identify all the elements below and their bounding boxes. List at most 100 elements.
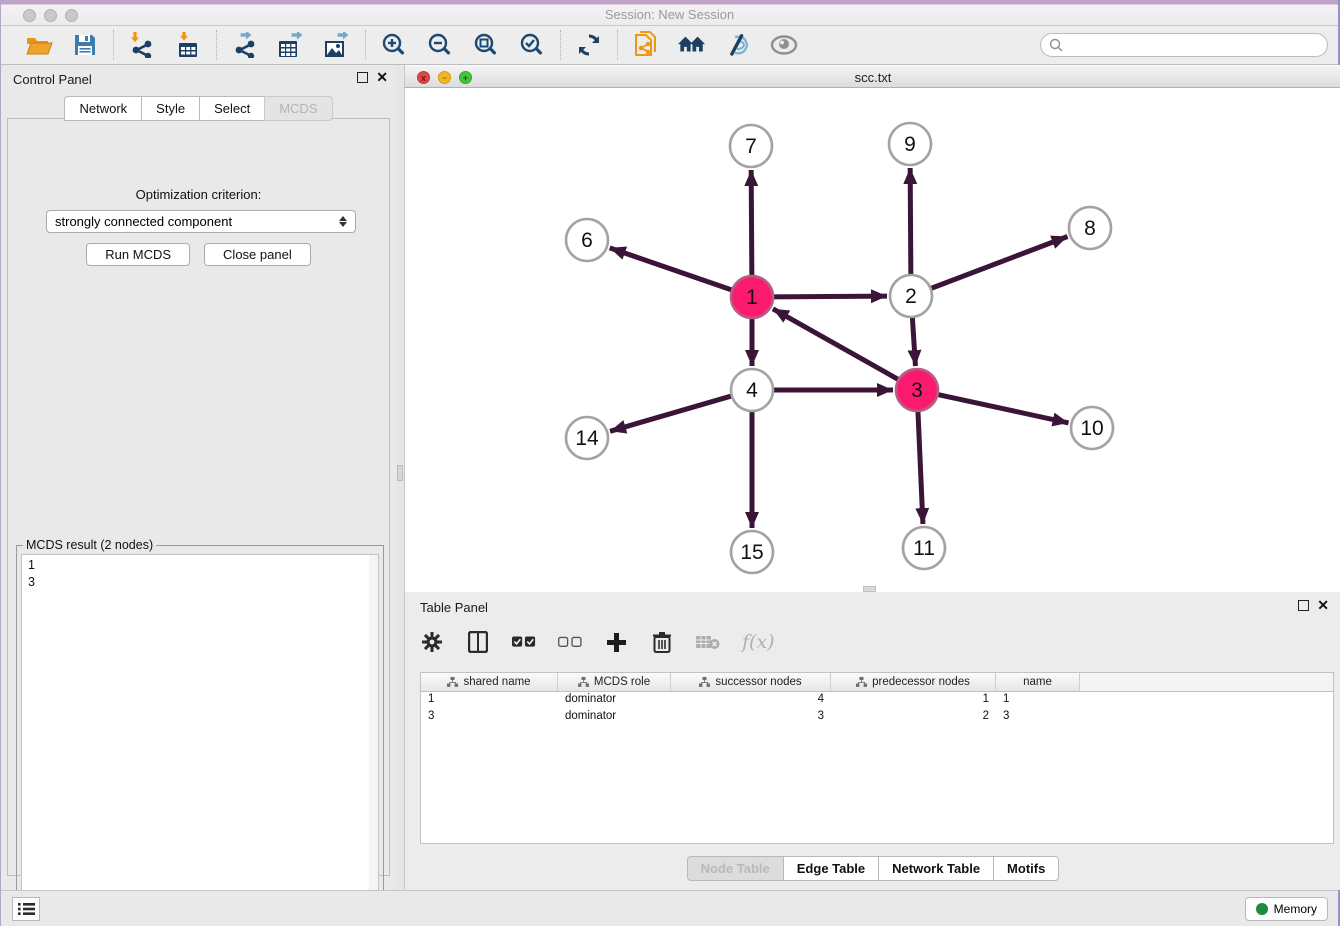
column-label: successor nodes	[715, 676, 801, 688]
control-panel: Control Panel ✕ NetworkStyleSelectMCDS O…	[1, 65, 396, 890]
node-label-9: 9	[904, 133, 916, 156]
node-label-1: 1	[746, 286, 758, 309]
table-cell[interactable]: 3	[421, 709, 558, 726]
control-panel-tabs: NetworkStyleSelectMCDS	[1, 96, 396, 121]
table-cell[interactable]: 4	[671, 692, 831, 709]
edge-1-6[interactable]	[610, 248, 734, 291]
table-cell[interactable]: dominator	[558, 709, 671, 726]
float-panel-icon[interactable]	[357, 72, 368, 83]
edge-4-14[interactable]	[610, 395, 734, 431]
optimization-criterion-label: Optimization criterion:	[8, 187, 389, 202]
table-toolbar: f(x)	[420, 630, 775, 654]
tab-edge-table[interactable]: Edge Table	[783, 856, 878, 881]
import-table-icon[interactable]	[174, 31, 202, 59]
run-mcds-button[interactable]: Run MCDS	[86, 243, 190, 266]
shared-column-icon	[578, 677, 589, 687]
result-line: 1	[28, 557, 372, 574]
table-tabs: Node TableEdge TableNetwork TableMotifs	[405, 856, 1340, 881]
network-window: x − + scc.txt 7968124314101511	[404, 65, 1340, 592]
edge-3-1[interactable]	[773, 309, 901, 381]
node-label-6: 6	[581, 229, 593, 252]
close-table-panel-icon[interactable]: ✕	[1317, 600, 1329, 611]
refresh-icon[interactable]	[575, 31, 603, 59]
function-builder-icon[interactable]: f(x)	[742, 631, 775, 653]
zoom-selected-icon[interactable]	[518, 31, 546, 59]
dropdown-stepper-icon	[339, 216, 347, 227]
search-icon	[1049, 38, 1063, 52]
shared-column-icon	[856, 677, 867, 687]
table-cell[interactable]: dominator	[558, 692, 671, 709]
import-network-icon[interactable]	[128, 31, 156, 59]
optimization-criterion-dropdown[interactable]: strongly connected component	[46, 210, 356, 233]
search-field[interactable]	[1040, 33, 1328, 57]
open-session-icon[interactable]	[25, 31, 53, 59]
close-panel-button[interactable]: Close panel	[204, 243, 311, 266]
export-image-icon[interactable]	[323, 31, 351, 59]
split-columns-icon[interactable]	[466, 630, 490, 654]
edge-2-3[interactable]	[912, 315, 915, 366]
zoom-fit-icon[interactable]	[472, 31, 500, 59]
edge-3-10[interactable]	[936, 394, 1069, 423]
edge-2-8[interactable]	[929, 237, 1068, 290]
table-settings-gear-icon[interactable]	[420, 630, 444, 654]
task-history-button[interactable]	[12, 897, 40, 921]
tab-select[interactable]: Select	[199, 96, 264, 121]
splitter-grip[interactable]	[397, 465, 403, 481]
tab-network[interactable]: Network	[64, 96, 141, 121]
table-row[interactable]: 3dominator323	[421, 709, 1333, 726]
hide-panels-icon[interactable]	[724, 31, 752, 59]
show-graphics-eye-icon[interactable]	[770, 31, 798, 59]
column-header-MCDS-role[interactable]: MCDS role	[558, 673, 671, 691]
float-table-panel-icon[interactable]	[1298, 600, 1309, 611]
tab-node-table[interactable]: Node Table	[687, 856, 783, 881]
edge-2-9[interactable]	[910, 168, 911, 277]
mcds-result-title: MCDS result (2 nodes)	[23, 538, 156, 552]
table-cell[interactable]: 3	[671, 709, 831, 726]
table-cell[interactable]: 1	[831, 692, 996, 709]
memory-status-icon	[1256, 903, 1268, 915]
table-cell[interactable]: 2	[831, 709, 996, 726]
node-table[interactable]: shared nameMCDS role successor nodes prede…	[420, 672, 1334, 844]
edge-3-11[interactable]	[918, 409, 923, 524]
unselect-all-columns-icon[interactable]	[558, 630, 582, 654]
close-panel-icon[interactable]: ✕	[376, 72, 388, 83]
list-icon	[18, 902, 35, 916]
delete-table-icon[interactable]	[696, 630, 720, 654]
network-canvas[interactable]: 7968124314101511	[405, 88, 1340, 592]
edge-1-2[interactable]	[771, 296, 887, 297]
home-icon[interactable]	[678, 31, 706, 59]
table-cell[interactable]: 1	[421, 692, 558, 709]
column-header-predecessor-nodes[interactable]: predecessor nodes	[831, 673, 996, 691]
zoom-out-icon[interactable]	[426, 31, 454, 59]
column-header-successor-nodes[interactable]: successor nodes	[671, 673, 831, 691]
search-input[interactable]	[1063, 38, 1319, 52]
select-all-columns-icon[interactable]	[512, 630, 536, 654]
mcds-result-list: 13	[21, 554, 379, 921]
tab-motifs[interactable]: Motifs	[993, 856, 1059, 881]
main-toolbar	[1, 26, 1338, 65]
application-window: Session: New Session	[0, 0, 1340, 926]
network-graph[interactable]: 7968124314101511	[405, 88, 1340, 592]
export-network-icon[interactable]	[231, 31, 259, 59]
panel-splitter[interactable]	[396, 65, 404, 890]
new-network-file-icon[interactable]	[632, 31, 660, 59]
table-cell[interactable]: 3	[996, 709, 1080, 726]
mcds-tab-content: Optimization criterion: strongly connect…	[7, 118, 390, 876]
result-scrollbar[interactable]	[369, 555, 378, 920]
column-header-shared-name[interactable]: shared name	[421, 673, 558, 691]
tab-style[interactable]: Style	[141, 96, 199, 121]
save-session-icon[interactable]	[71, 31, 99, 59]
node-label-3: 3	[911, 379, 923, 402]
edge-1-7[interactable]	[751, 170, 752, 278]
zoom-in-icon[interactable]	[380, 31, 408, 59]
export-table-icon[interactable]	[277, 31, 305, 59]
dropdown-value: strongly connected component	[55, 214, 339, 229]
delete-column-trash-icon[interactable]	[650, 630, 674, 654]
column-header-name[interactable]: name	[996, 673, 1080, 691]
table-cell[interactable]: 1	[996, 692, 1080, 709]
add-column-plus-icon[interactable]	[604, 630, 628, 654]
memory-button[interactable]: Memory	[1245, 897, 1328, 921]
table-row[interactable]: 1dominator411	[421, 692, 1333, 709]
tab-network-table[interactable]: Network Table	[878, 856, 993, 881]
tab-mcds[interactable]: MCDS	[264, 96, 332, 121]
